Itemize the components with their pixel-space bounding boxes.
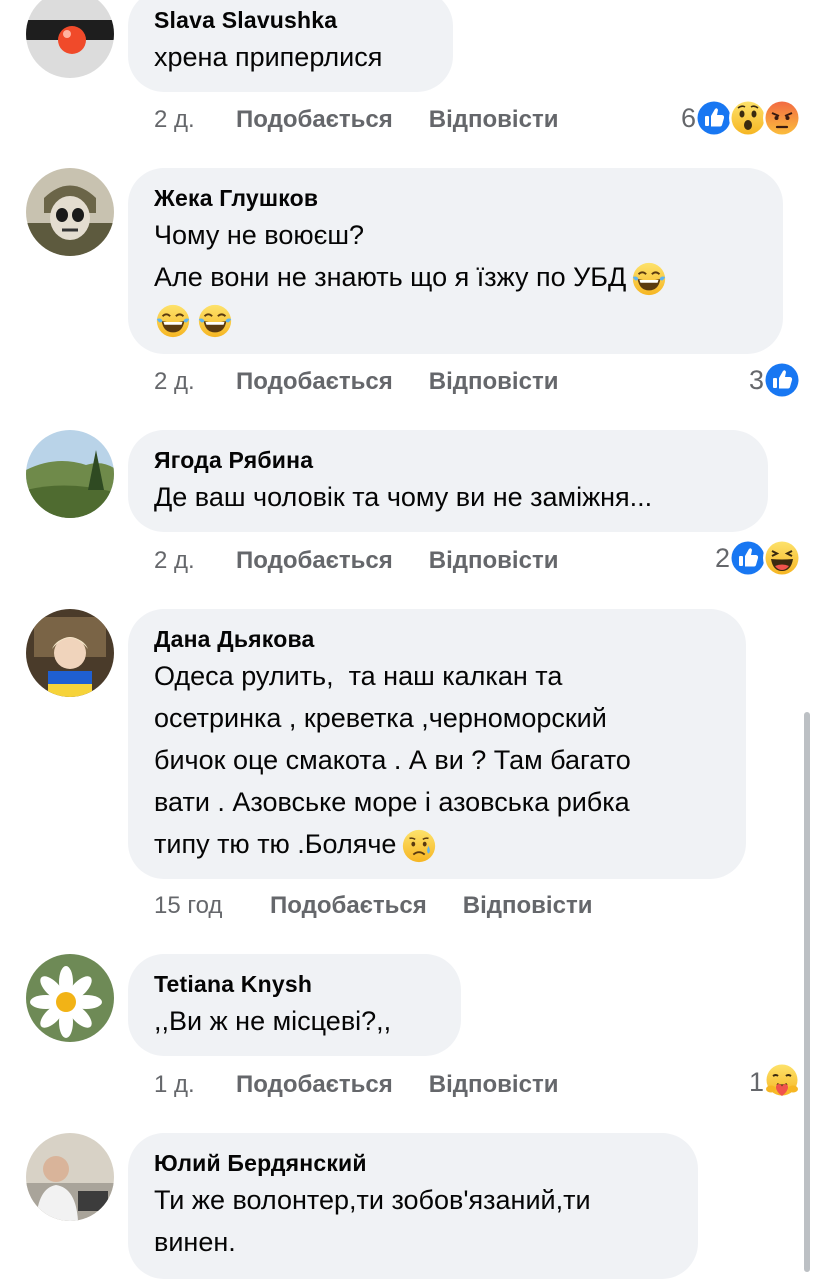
comment-time[interactable]: 2 д. bbox=[154, 102, 236, 138]
comment-text-line: вати . Азовське море і азовська рибка bbox=[154, 787, 630, 817]
comment-text-line: Але вони не знають що я їзжу по УБД bbox=[154, 256, 755, 298]
comment-author[interactable]: Slava Slavushka bbox=[154, 4, 425, 36]
avatar[interactable] bbox=[26, 0, 114, 78]
comment-author[interactable]: Ягода Рябина bbox=[154, 444, 740, 476]
angry-icon bbox=[762, 98, 802, 138]
reply-button[interactable]: Відповісти bbox=[463, 888, 593, 924]
comment-text-line: осетринка , креветка ,черноморский bbox=[154, 703, 607, 733]
like-button[interactable]: Подобається bbox=[236, 102, 393, 138]
reactions-summary[interactable]: 2 bbox=[715, 538, 802, 578]
comment-bubble: Slava Slavushka хрена приперлися bbox=[128, 0, 453, 92]
like-icon bbox=[762, 360, 802, 400]
avatar[interactable] bbox=[26, 430, 114, 518]
comment-text-line: Де ваш чоловік та чому ви не заміжня... bbox=[154, 482, 653, 512]
reply-button[interactable]: Відповісти bbox=[429, 364, 559, 400]
reply-button[interactable]: Відповісти bbox=[429, 102, 559, 138]
comment-text-line: Чому не воюєш? bbox=[154, 220, 365, 250]
comment-text-line: ,,Ви ж не місцеві?,, bbox=[154, 1006, 392, 1036]
comment-bubble: Ягода Рябина Де ваш чоловік та чому ви н… bbox=[128, 430, 768, 532]
comment-author[interactable]: Дана Дьякова bbox=[154, 623, 718, 655]
reactions-summary[interactable]: 3 bbox=[749, 360, 802, 400]
laughing-tears-emoji-icon bbox=[154, 302, 192, 340]
comment-text-line: типу тю тю .Боляче bbox=[154, 823, 718, 865]
avatar[interactable] bbox=[26, 954, 114, 1042]
avatar-image bbox=[26, 609, 114, 697]
reply-button[interactable]: Відповісти bbox=[429, 1067, 559, 1103]
comment-meta: 1 д. Подобається Відповісти bbox=[154, 1067, 558, 1103]
scrollbar[interactable] bbox=[804, 712, 810, 1272]
comment-bubble: Tetiana Knysh ,,Ви ж не місцеві?,, bbox=[128, 954, 461, 1056]
comment-text-line: Ти же волонтер,ти зобов'язаний,ти bbox=[154, 1185, 591, 1215]
avatar-image bbox=[26, 0, 114, 78]
comment-bubble: Юлий Бердянский Ти же волонтер,ти зобов'… bbox=[128, 1133, 698, 1279]
comment-bubble: Жека Глушков Чому не воюєш? Але вони не … bbox=[128, 168, 783, 354]
reactions-summary[interactable]: 1 bbox=[749, 1062, 802, 1102]
comment-emoji-line bbox=[154, 298, 755, 340]
laughing-tears-emoji-icon bbox=[630, 260, 668, 298]
like-button[interactable]: Подобається bbox=[236, 364, 393, 400]
comment-text-line: винен. bbox=[154, 1227, 236, 1257]
avatar-image bbox=[26, 430, 114, 518]
comment-bubble: Дана Дьякова Одеса рулить, та наш калкан… bbox=[128, 609, 746, 879]
reactions-summary[interactable]: 6 bbox=[681, 98, 802, 138]
comment-meta: 15 год Подобається Відповісти bbox=[154, 888, 592, 924]
comment-time[interactable]: 15 год bbox=[154, 888, 270, 924]
comment-author[interactable]: Жека Глушков bbox=[154, 182, 755, 214]
avatar-image bbox=[26, 954, 114, 1042]
comment-text: типу тю тю .Боляче bbox=[154, 829, 397, 859]
reply-button[interactable]: Відповісти bbox=[429, 543, 559, 579]
laughing-tears-emoji-icon bbox=[196, 302, 234, 340]
comment-meta: 2 д. Подобається Відповісти bbox=[154, 102, 558, 138]
avatar-image bbox=[26, 168, 114, 256]
comment-time[interactable]: 1 д. bbox=[154, 1067, 236, 1103]
avatar[interactable] bbox=[26, 168, 114, 256]
avatar[interactable] bbox=[26, 609, 114, 697]
like-button[interactable]: Подобається bbox=[270, 888, 427, 924]
care-icon bbox=[762, 1062, 802, 1102]
comment-meta: 2 д. Подобається Відповісти bbox=[154, 364, 558, 400]
comment-text-line: бичок оце смакота . А ви ? Там багато bbox=[154, 745, 631, 775]
comment-text-line: хрена приперлися bbox=[154, 42, 383, 72]
haha-icon bbox=[762, 538, 802, 578]
like-button[interactable]: Подобається bbox=[236, 543, 393, 579]
like-button[interactable]: Подобається bbox=[236, 1067, 393, 1103]
comment-meta: 2 д. Подобається Відповісти bbox=[154, 543, 558, 579]
comment-text-line: Одеса рулить, та наш калкан та bbox=[154, 661, 563, 691]
comment-author[interactable]: Юлий Бердянский bbox=[154, 1147, 670, 1179]
comment-time[interactable]: 2 д. bbox=[154, 364, 236, 400]
comment-author[interactable]: Tetiana Knysh bbox=[154, 968, 433, 1000]
comment-text: Але вони не знають що я їзжу по УБД bbox=[154, 262, 627, 292]
avatar-image bbox=[26, 1133, 114, 1221]
comment-time[interactable]: 2 д. bbox=[154, 543, 236, 579]
sad-sweat-emoji-icon bbox=[400, 827, 438, 865]
avatar[interactable] bbox=[26, 1133, 114, 1221]
